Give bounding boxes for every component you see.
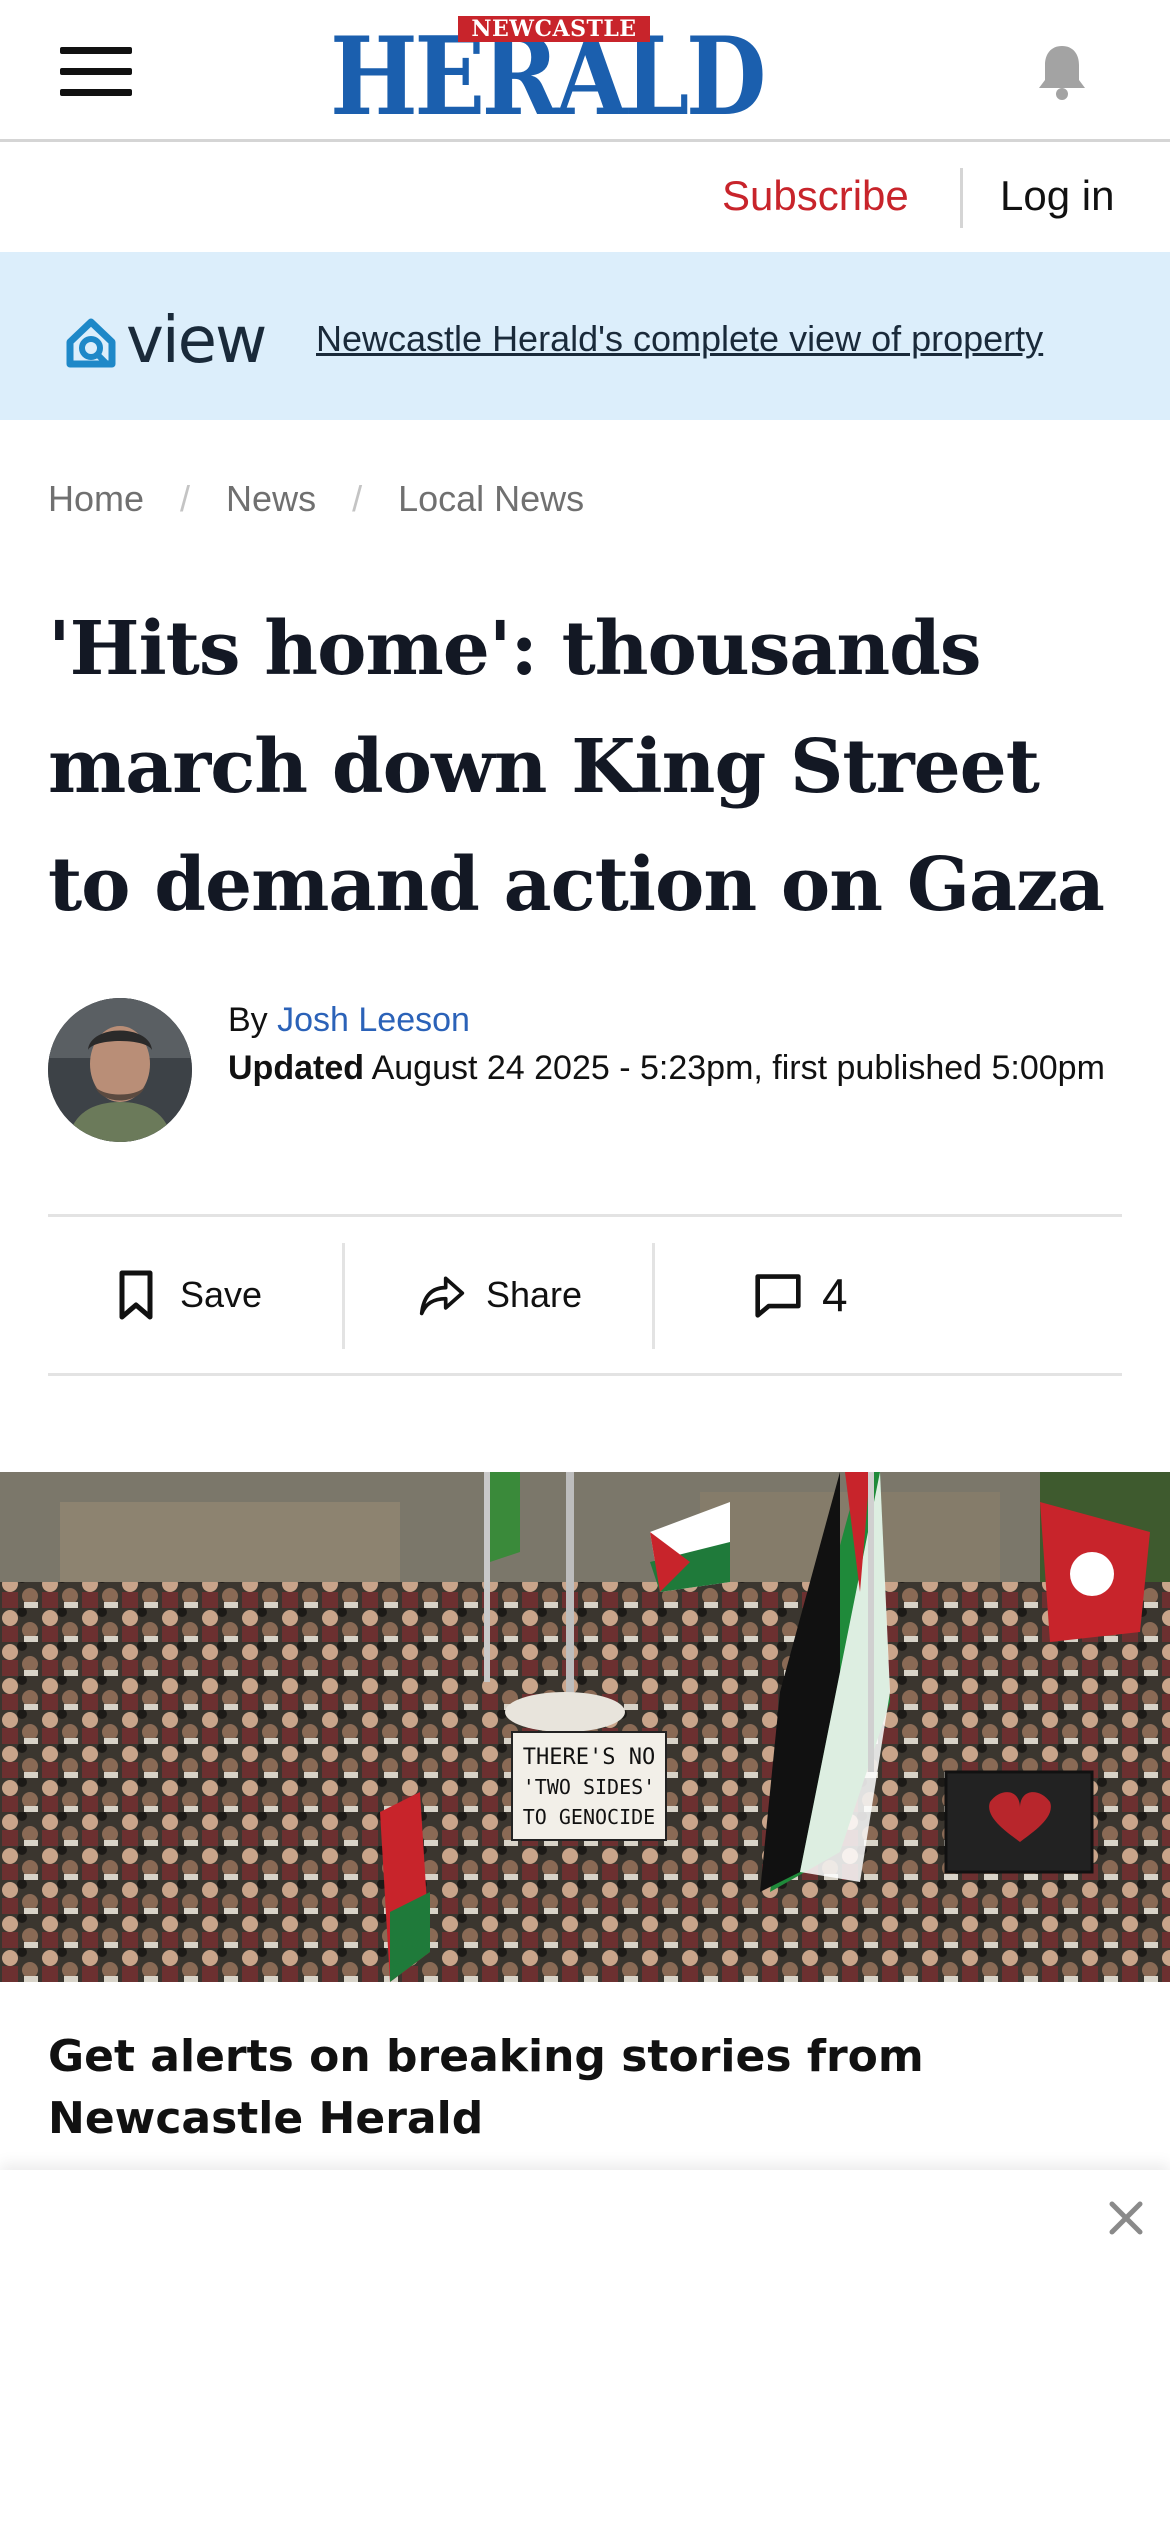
share-icon bbox=[419, 1276, 465, 1316]
author-avatar[interactable] bbox=[48, 998, 192, 1142]
breadcrumb: Home / News / Local News bbox=[48, 478, 584, 520]
breadcrumb-local-news[interactable]: Local News bbox=[398, 478, 584, 519]
site-logo[interactable]: HERALD NEWCASTLE bbox=[330, 14, 840, 140]
byline-prefix: By bbox=[228, 1001, 278, 1039]
site-header: HERALD NEWCASTLE bbox=[0, 0, 1170, 142]
subscribe-link[interactable]: Subscribe bbox=[722, 172, 909, 220]
share-label: Share bbox=[486, 1274, 583, 1315]
view-property-banner[interactable]: view Newcastle Herald's complete view of… bbox=[0, 252, 1170, 420]
action-divider bbox=[342, 1243, 345, 1349]
byline: By Josh Leeson Updated August 24 2025 - … bbox=[228, 996, 1128, 1092]
action-divider bbox=[652, 1243, 655, 1349]
svg-text:view: view bbox=[126, 304, 265, 372]
auth-row: Subscribe Log in bbox=[0, 142, 1170, 252]
menu-icon[interactable] bbox=[60, 47, 132, 97]
alerts-heading: Get alerts on breaking stories from Newc… bbox=[48, 2031, 924, 2144]
author-link[interactable]: Josh Leeson bbox=[277, 1001, 470, 1039]
byline-author-line: By Josh Leeson bbox=[228, 996, 1128, 1044]
view-property-link[interactable]: Newcastle Herald's complete view of prop… bbox=[316, 318, 1043, 360]
comment-icon bbox=[755, 1274, 801, 1318]
hero-image[interactable]: THERE'S NO 'TWO SIDES' TO GENOCIDE bbox=[0, 1472, 1170, 1982]
sign-line-2: 'TWO SIDES' bbox=[523, 1775, 655, 1799]
article-action-bar: Save Share 4 bbox=[48, 1214, 1122, 1376]
breadcrumb-news[interactable]: News bbox=[226, 478, 316, 519]
bell-icon[interactable] bbox=[1034, 42, 1090, 102]
avatar-photo bbox=[48, 998, 192, 1142]
bookmark-icon bbox=[119, 1270, 153, 1320]
comments-count: 4 bbox=[822, 1269, 848, 1321]
hero-photo: THERE'S NO 'TWO SIDES' TO GENOCIDE bbox=[0, 1472, 1170, 1982]
updated-label: Updated bbox=[228, 1049, 364, 1087]
updated-timestamp: August 24 2025 - 5:23pm, first published… bbox=[364, 1049, 1105, 1087]
alerts-bottom-sheet bbox=[0, 2170, 1170, 2532]
view-logo-icon: view bbox=[66, 304, 267, 372]
byline-updated: Updated August 24 2025 - 5:23pm, first p… bbox=[228, 1044, 1128, 1092]
auth-divider bbox=[960, 168, 963, 228]
sign-line-1: THERE'S NO bbox=[523, 1745, 655, 1770]
login-link[interactable]: Log in bbox=[1000, 172, 1114, 220]
save-label: Save bbox=[180, 1274, 263, 1315]
logo-newcastle: NEWCASTLE bbox=[458, 16, 650, 42]
share-button[interactable]: Share bbox=[418, 1217, 582, 1373]
comments-button[interactable]: 4 bbox=[754, 1217, 848, 1373]
article-headline: 'Hits home': thousands march down King S… bbox=[48, 606, 1105, 928]
breadcrumb-separator: / bbox=[352, 478, 363, 519]
save-button[interactable]: Save bbox=[112, 1217, 262, 1373]
breadcrumb-separator: / bbox=[180, 478, 191, 519]
breadcrumb-home[interactable]: Home bbox=[48, 478, 144, 519]
close-icon[interactable] bbox=[1106, 2198, 1146, 2238]
sign-line-3: TO GENOCIDE bbox=[523, 1805, 655, 1829]
